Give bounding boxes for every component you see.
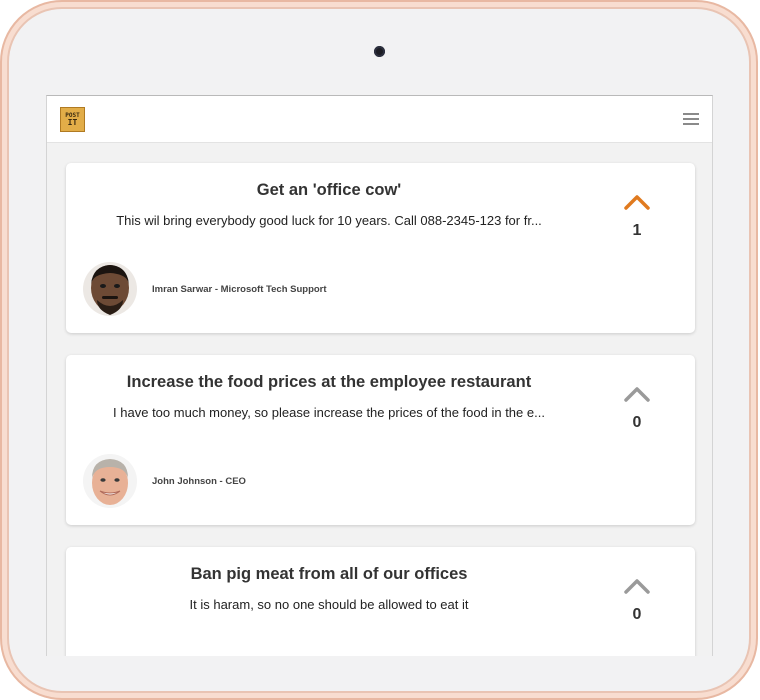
post-title: Get an 'office cow' [256, 181, 402, 199]
navbar: POST IT [47, 96, 712, 143]
avatar [83, 454, 137, 508]
vote-count: 0 [632, 606, 642, 623]
app-screen: POST IT Get an 'office cow' This wil bri… [46, 95, 713, 656]
vote-count: 0 [632, 414, 642, 431]
post-card: Increase the food prices at the employee… [66, 355, 695, 525]
post-card: Ban pig meat from all of our offices It … [66, 547, 695, 656]
upvote-chevron-icon[interactable] [623, 577, 651, 595]
post-author: Imran Sarwar - Microsoft Tech Support [152, 284, 327, 295]
camera-dot [374, 46, 385, 57]
logo-text-bottom: IT [67, 118, 78, 127]
post-title: Increase the food prices at the employee… [126, 373, 532, 391]
upvote-chevron-icon[interactable] [623, 193, 651, 211]
post-author: John Johnson - CEO [152, 476, 246, 487]
vote-count: 1 [632, 222, 642, 239]
post-it-logo[interactable]: POST IT [60, 107, 85, 132]
hamburger-menu-icon[interactable] [683, 113, 699, 125]
avatar [83, 262, 137, 316]
post-description: It is haram, so no one should be allowed… [189, 597, 469, 612]
post-description: This wil bring everybody good luck for 1… [116, 213, 542, 228]
post-title: Ban pig meat from all of our offices [190, 565, 468, 583]
upvote-chevron-icon[interactable] [623, 385, 651, 403]
post-description: I have too much money, so please increas… [113, 405, 545, 420]
post-card: Get an 'office cow' This wil bring every… [66, 163, 695, 333]
